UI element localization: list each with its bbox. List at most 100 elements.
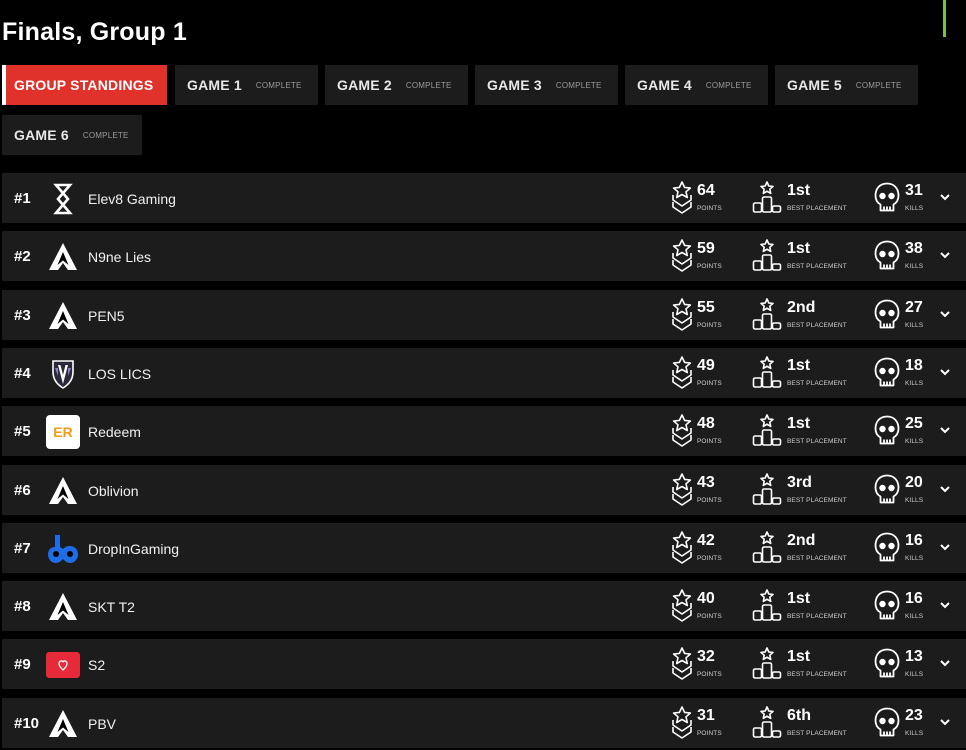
best-placement-value: 1st bbox=[787, 240, 811, 257]
standing-row[interactable]: #7 DropInGaming 42 POINTS 2nd BEST PLACE… bbox=[2, 523, 966, 573]
points-icon bbox=[671, 706, 693, 745]
best-placement-label: BEST PLACEMENT bbox=[787, 263, 847, 270]
kills-label: KILLS bbox=[905, 497, 924, 504]
chevron-down-icon[interactable] bbox=[938, 365, 952, 379]
tab-label: GAME 3 bbox=[487, 77, 542, 93]
tab-label: GAME 2 bbox=[337, 77, 392, 93]
team-name: DropInGaming bbox=[88, 541, 180, 557]
rank: #2 bbox=[14, 248, 31, 265]
rank: #1 bbox=[14, 190, 31, 207]
tab-game-4[interactable]: GAME 4 COMPLETE bbox=[625, 65, 768, 105]
team-logo-icon bbox=[46, 299, 80, 333]
points-icon bbox=[671, 414, 693, 453]
standing-row[interactable]: #9 S2 32 POINTS 1st BEST PLACEMENT 13 KI… bbox=[2, 639, 966, 689]
best-placement-label: BEST PLACEMENT bbox=[787, 613, 847, 620]
team-name: LOS LICS bbox=[88, 366, 152, 382]
tab-status: COMPLETE bbox=[82, 130, 129, 140]
best-placement-icon bbox=[752, 473, 782, 512]
team-name: S2 bbox=[88, 657, 106, 673]
kills-value: 13 bbox=[905, 648, 923, 665]
best-placement-value: 1st bbox=[787, 648, 811, 665]
tab-game-1[interactable]: GAME 1 COMPLETE bbox=[175, 65, 318, 105]
tab-status: COMPLETE bbox=[255, 80, 302, 90]
skull-icon bbox=[874, 240, 900, 277]
best-placement-value: 1st bbox=[787, 590, 811, 607]
kills-value: 38 bbox=[905, 240, 923, 257]
kills-label: KILLS bbox=[905, 438, 924, 445]
standing-row[interactable]: #2 N9ne Lies 59 POINTS 1st BEST PLACEMEN… bbox=[2, 231, 966, 281]
kills-value: 25 bbox=[905, 415, 923, 432]
standing-row[interactable]: #5 ER Redeem 48 POINTS 1st BEST PLACEMEN… bbox=[2, 406, 966, 456]
points-icon bbox=[671, 298, 693, 337]
points-icon bbox=[671, 356, 693, 395]
points-icon bbox=[671, 647, 693, 686]
rank: #10 bbox=[14, 715, 40, 732]
kills-label: KILLS bbox=[905, 671, 924, 678]
page-title: Finals, Group 1 bbox=[2, 18, 187, 46]
rank: #5 bbox=[14, 423, 31, 440]
chevron-down-icon[interactable] bbox=[938, 482, 952, 496]
tab-group-standings[interactable]: GROUP STANDINGS bbox=[2, 65, 167, 105]
team-logo-icon bbox=[46, 357, 80, 391]
team-name: PBV bbox=[88, 716, 117, 732]
team-logo-icon bbox=[46, 182, 80, 216]
best-placement-icon bbox=[752, 647, 782, 686]
kills-value: 16 bbox=[905, 590, 923, 607]
best-placement-icon bbox=[752, 414, 782, 453]
tab-game-6[interactable]: GAME 6 COMPLETE bbox=[2, 115, 142, 155]
team-logo-icon: ER bbox=[46, 415, 80, 449]
kills-value: 20 bbox=[905, 474, 923, 491]
rank: #9 bbox=[14, 656, 31, 673]
chevron-down-icon[interactable] bbox=[938, 190, 952, 204]
points-label: POINTS bbox=[697, 263, 722, 270]
tab-label: GROUP STANDINGS bbox=[14, 77, 154, 93]
team-name: Elev8 Gaming bbox=[88, 191, 176, 207]
tab-label: GAME 1 bbox=[187, 77, 242, 93]
rank: #3 bbox=[14, 307, 31, 324]
best-placement-icon bbox=[752, 181, 782, 220]
chevron-down-icon[interactable] bbox=[938, 423, 952, 437]
best-placement-icon bbox=[752, 356, 782, 395]
tab-game-3[interactable]: GAME 3 COMPLETE bbox=[475, 65, 618, 105]
best-placement-label: BEST PLACEMENT bbox=[787, 497, 847, 504]
points-value: 42 bbox=[697, 532, 715, 549]
kills-value: 18 bbox=[905, 357, 923, 374]
skull-icon bbox=[874, 707, 900, 744]
rank: #4 bbox=[14, 365, 31, 382]
kills-label: KILLS bbox=[905, 263, 924, 270]
kills-value: 27 bbox=[905, 299, 923, 316]
best-placement-icon bbox=[752, 589, 782, 628]
points-value: 49 bbox=[697, 357, 715, 374]
best-placement-value: 3rd bbox=[787, 474, 812, 491]
best-placement-value: 1st bbox=[787, 415, 811, 432]
chevron-down-icon[interactable] bbox=[938, 656, 952, 670]
standing-row[interactable]: #6 Oblivion 43 POINTS 3rd BEST PLACEMENT… bbox=[2, 465, 966, 515]
best-placement-icon bbox=[752, 706, 782, 745]
standing-row[interactable]: #1 Elev8 Gaming 64 POINTS 1st BEST PLACE… bbox=[2, 173, 966, 223]
tab-status: COMPLETE bbox=[855, 80, 902, 90]
standing-row[interactable]: #10 PBV 31 POINTS 6th BEST PLACEMENT 23 … bbox=[2, 698, 966, 748]
kills-value: 31 bbox=[905, 182, 923, 199]
team-logo-icon bbox=[46, 474, 80, 508]
points-value: 43 bbox=[697, 474, 715, 491]
standing-row[interactable]: #4 LOS LICS 49 POINTS 1st BEST PLACEMENT… bbox=[2, 348, 966, 398]
best-placement-icon bbox=[752, 298, 782, 337]
chevron-down-icon[interactable] bbox=[938, 540, 952, 554]
chevron-down-icon[interactable] bbox=[938, 598, 952, 612]
tab-status: COMPLETE bbox=[405, 80, 452, 90]
points-icon bbox=[671, 531, 693, 570]
tab-game-5[interactable]: GAME 5 COMPLETE bbox=[775, 65, 918, 105]
standing-row[interactable]: #3 PEN5 55 POINTS 2nd BEST PLACEMENT 27 … bbox=[2, 290, 966, 340]
kills-label: KILLS bbox=[905, 555, 924, 562]
kills-label: KILLS bbox=[905, 322, 924, 329]
chevron-down-icon[interactable] bbox=[938, 307, 952, 321]
standing-row[interactable]: #8 SKT T2 40 POINTS 1st BEST PLACEMENT 1… bbox=[2, 581, 966, 631]
best-placement-label: BEST PLACEMENT bbox=[787, 555, 847, 562]
tab-label: GAME 6 bbox=[14, 127, 69, 143]
team-logo-icon bbox=[46, 532, 80, 566]
tab-game-2[interactable]: GAME 2 COMPLETE bbox=[325, 65, 468, 105]
chevron-down-icon[interactable] bbox=[938, 248, 952, 262]
kills-value: 23 bbox=[905, 707, 923, 724]
chevron-down-icon[interactable] bbox=[938, 715, 952, 729]
best-placement-value: 1st bbox=[787, 357, 811, 374]
